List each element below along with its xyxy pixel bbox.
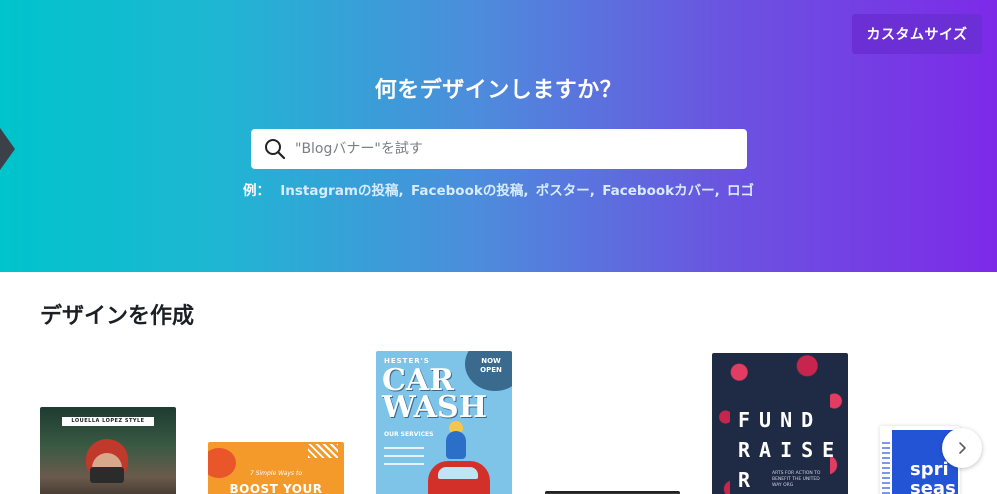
custom-size-button[interactable]: カスタムサイズ	[852, 14, 982, 54]
hero-title: 何をデザインしますか？	[374, 78, 623, 103]
search-icon	[265, 139, 286, 160]
examples-label: 例：	[242, 183, 270, 199]
example-suggestions: 例： Instagramの投稿, Facebookの投稿, ポスター, Face…	[0, 179, 997, 199]
triangle-right-icon	[0, 128, 15, 170]
section-title: デザインを作成	[40, 304, 195, 329]
template-title-line: FUND	[738, 408, 823, 432]
template-card-fundraiser[interactable]: FUND RAISE R ARTS FOR ACTION TO BENEFIT …	[712, 353, 848, 494]
template-decoration	[882, 442, 890, 494]
template-card-car-wash[interactable]: NOW OPEN HESTER'S CAR WASH OUR SERVICES	[376, 351, 512, 494]
example-link-instagram-post[interactable]: Instagramの投稿	[280, 183, 398, 199]
template-title: CAR WASH	[382, 366, 488, 425]
separator: ,	[523, 183, 529, 199]
template-services-label: OUR SERVICES	[384, 431, 434, 438]
template-decoration	[308, 444, 338, 458]
template-banner-text: LOUELLA LOPEZ STYLE	[62, 417, 154, 426]
search-input[interactable]	[295, 129, 735, 169]
template-text-lines	[384, 447, 424, 471]
template-title-line: seas	[910, 478, 956, 494]
template-title-line: WASH	[382, 390, 488, 425]
template-subtitle: ARTS FOR ACTION TO BENEFIT THE UNITED WA…	[772, 471, 821, 488]
camera-icon	[90, 467, 124, 483]
template-title: BOOST YOUR	[229, 482, 323, 494]
example-link-poster[interactable]: ポスター	[536, 183, 590, 199]
chevron-right-icon	[959, 442, 966, 454]
template-title-line: RAISE	[738, 438, 844, 462]
template-card-blog[interactable]: 7 Simple Ways to BOOST YOUR	[208, 442, 344, 494]
template-illustration	[446, 431, 466, 459]
hero-banner: カスタムサイズ 何をデザインしますか？ 例： Instagramの投稿, Fac…	[0, 0, 997, 272]
template-illustration	[438, 467, 478, 479]
example-link-facebook-post[interactable]: Facebookの投稿	[411, 183, 523, 199]
carousel-next-button[interactable]	[942, 428, 982, 468]
search-box[interactable]	[251, 129, 747, 169]
template-title: spri seas	[910, 460, 956, 494]
template-subtitle: 7 Simple Ways to	[249, 470, 302, 477]
template-card-photo[interactable]: LOUELLA LOPEZ STYLE	[40, 407, 176, 494]
separator: ,	[714, 183, 720, 199]
example-link-logo[interactable]: ロゴ	[727, 183, 754, 199]
example-link-facebook-cover[interactable]: Facebookカバー	[602, 183, 714, 199]
separator: ,	[398, 183, 404, 199]
separator: ,	[589, 183, 595, 199]
